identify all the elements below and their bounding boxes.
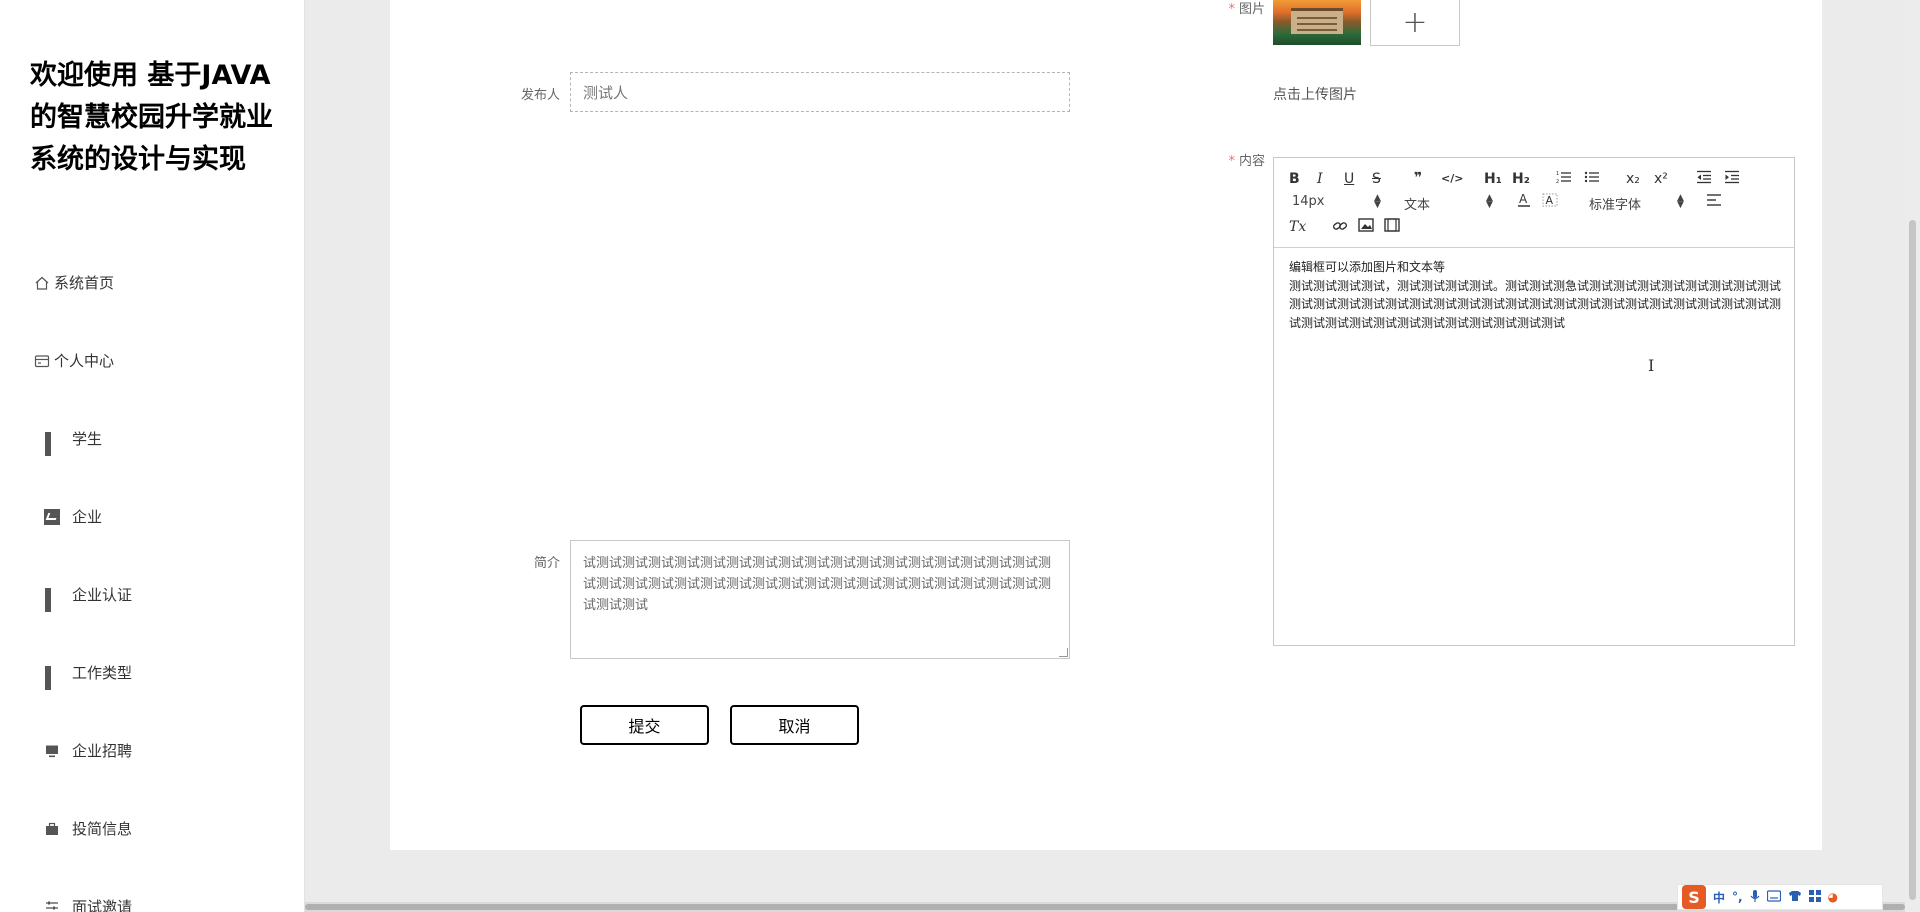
toolbox-icon[interactable] [1808,889,1821,905]
editor-content-line: 编辑框可以添加图片和文本等 [1289,260,1446,274]
sidebar-item-label: 企业招聘 [72,742,133,760]
card-icon [34,353,50,369]
ordered-list-icon[interactable]: 12 [1556,170,1572,189]
font-color-icon[interactable]: A [1516,192,1532,213]
font-size-select[interactable]: 14px ▲ ▼ [1292,194,1382,210]
scrollbar-thumb[interactable] [305,904,1905,910]
scrollbar-thumb[interactable] [1909,220,1916,900]
sidebar: 欢迎使用 基于JAVA的智慧校园升学就业系统的设计与实现 系统首页 个人中心 学… [0,0,305,912]
submit-button[interactable]: 提交 [580,705,709,745]
resize-handle-icon[interactable] [1059,648,1068,657]
bullet-list-icon[interactable] [1584,170,1600,189]
plus-icon: + [1402,4,1428,40]
strike-button[interactable]: S [1372,170,1381,188]
svg-text:A: A [1546,194,1554,207]
chart-icon [44,508,60,525]
indent-icon[interactable] [1724,170,1740,189]
sidebar-item-interview[interactable]: 面试邀请 [44,896,132,912]
summary-textarea[interactable]: 试测试测试测试测试测试测试测试测试测试测试测试测试测试测试测试测试测试测试测试测… [570,540,1070,659]
link-icon[interactable] [1332,218,1348,239]
sidebar-item-company-cert[interactable]: 企业认证 [44,584,133,612]
heading-select[interactable]: 文本 ▲ ▼ [1404,194,1494,214]
svg-text:1: 1 [1556,171,1559,177]
sidebar-item-label: 系统首页 [54,274,115,292]
sidebar-item-students[interactable]: 学生 [44,428,103,456]
editor-content-line: 测试测试测试测试，测试测试测试测试。测试测试测急试测试测试测试测试测试测试测试测… [1289,278,1782,330]
image-label: * 图片 [1228,2,1265,17]
punctuation-icon[interactable]: °, [1732,890,1743,904]
h1-button[interactable]: H₁ [1484,170,1502,188]
ime-mode-indicator[interactable]: 中 [1713,889,1725,906]
skin-icon[interactable] [1788,890,1802,905]
editor-toolbar: B I U S ❞ </> H₁ H₂ 12 x₂ x² 14px ▲ ▼ 文本 … [1274,158,1794,248]
keyboard-icon[interactable] [1766,889,1781,905]
sidebar-item-label: 企业 [72,508,103,526]
sidebar-item-label: 个人中心 [54,352,115,370]
svg-text:A: A [1519,192,1528,206]
bold-button[interactable]: B [1289,170,1300,188]
sliders-icon [44,899,60,912]
content-label: * 内容 [1228,154,1265,169]
publisher-label: 发布人 [520,88,560,103]
uploaded-image-thumbnail[interactable] [1273,0,1361,45]
sidebar-item-label: 工作类型 [72,664,133,682]
ime-toolbar[interactable]: S 中 °, ◕ [1677,884,1883,910]
grid-icon [44,587,60,612]
upload-hint: 点击上传图片 [1273,87,1357,103]
editor-content[interactable]: 编辑框可以添加图片和文本等 测试测试测试测试，测试测试测试测试。测试测试测急试测… [1289,258,1781,332]
grid-icon [44,665,60,690]
sidebar-item-job-type[interactable]: 工作类型 [44,662,133,690]
upload-add-button[interactable]: + [1370,0,1460,46]
superscript-button[interactable]: x² [1654,170,1668,188]
text-cursor-icon: I [1648,356,1655,375]
h2-button[interactable]: H₂ [1512,170,1530,188]
monitor-icon [44,743,60,759]
underline-button[interactable]: U [1344,170,1354,188]
sidebar-item-label: 投简信息 [72,820,133,838]
mascot-icon[interactable]: ◕ [1828,890,1838,904]
sidebar-item-label: 学生 [72,430,103,448]
horizontal-scrollbar[interactable] [305,902,1915,912]
microphone-icon[interactable] [1750,889,1760,906]
outdent-icon[interactable] [1696,170,1712,189]
code-button[interactable]: </> [1441,170,1463,188]
sidebar-item-resume[interactable]: 投简信息 [44,818,132,839]
background-color-icon[interactable]: A [1542,192,1558,213]
video-insert-icon[interactable] [1384,218,1400,237]
svg-text:2: 2 [1556,179,1559,184]
vertical-scrollbar[interactable] [1905,0,1920,912]
sidebar-item-label: 面试邀请 [72,898,133,912]
cancel-button[interactable]: 取消 [730,705,859,745]
app-title: 欢迎使用 基于JAVA的智慧校园升学就业系统的设计与实现 [30,60,273,175]
subscript-button[interactable]: x₂ [1626,170,1640,188]
sidebar-item-profile[interactable]: 个人中心 [34,350,114,371]
quote-button[interactable]: ❞ [1414,169,1422,187]
align-left-icon[interactable] [1706,193,1722,212]
sidebar-item-recruitment[interactable]: 企业招聘 [44,740,132,761]
publisher-input[interactable]: 测试人 [570,72,1070,112]
grid-icon [44,431,60,456]
sidebar-item-label: 企业认证 [72,586,133,604]
briefcase-icon [44,821,60,837]
sidebar-item-company[interactable]: 企业 [44,506,102,527]
home-icon [34,275,50,291]
italic-button[interactable]: I [1317,170,1323,188]
image-insert-icon[interactable] [1358,218,1374,237]
summary-label: 简介 [533,556,560,571]
rich-text-editor[interactable]: B I U S ❞ </> H₁ H₂ 12 x₂ x² 14px ▲ ▼ 文本 … [1273,157,1795,646]
clear-format-button[interactable]: Tx [1289,218,1306,236]
font-family-select[interactable]: 标准字体 ▲ ▼ [1589,194,1689,214]
sogou-logo-icon[interactable]: S [1682,885,1706,909]
sidebar-item-home[interactable]: 系统首页 [34,272,114,293]
